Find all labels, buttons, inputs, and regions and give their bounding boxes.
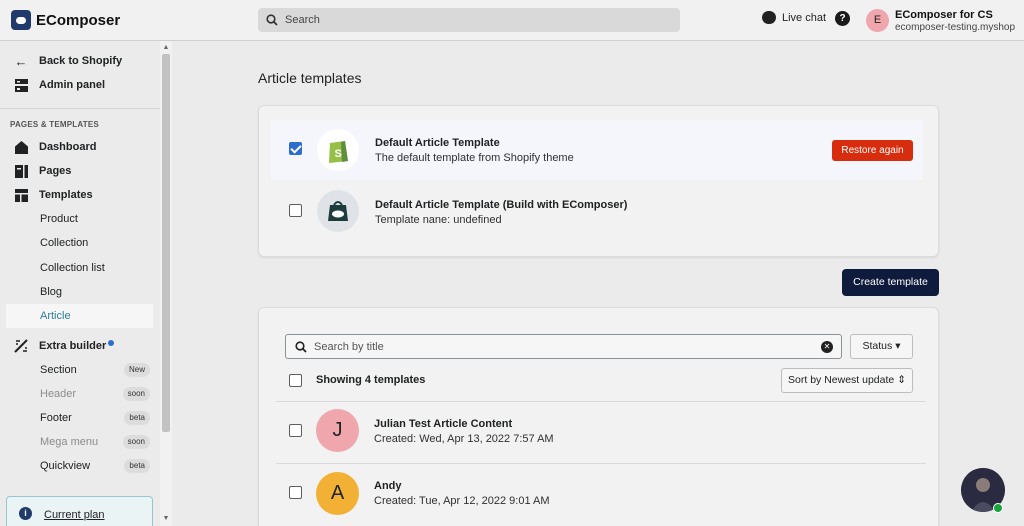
template-checkbox-ecomposer[interactable] (289, 204, 302, 217)
sidebar-item-section[interactable]: Section New (0, 358, 160, 382)
svg-text:S: S (335, 148, 342, 160)
mega-menu-label: Mega menu (40, 436, 99, 448)
sidebar-item-quickview[interactable]: Quickview beta (0, 454, 160, 478)
extra-builder-label: Extra builder (39, 340, 115, 352)
sidebar-divider (0, 108, 160, 109)
header-label: Header (40, 388, 77, 400)
section-label: Section (40, 364, 77, 376)
template-row-ecomposer[interactable] (271, 181, 923, 241)
info-icon: i (19, 507, 32, 520)
title-search-input[interactable]: Search by title ✕ (285, 334, 842, 359)
app-name: EComposer (36, 11, 121, 29)
showing-count: Showing 4 templates (316, 374, 426, 386)
sidebar-item-blog[interactable]: Blog (0, 280, 160, 304)
sidebar-item-collection[interactable]: Collection (0, 231, 160, 255)
row-checkbox[interactable] (289, 486, 302, 499)
status-filter-button[interactable]: Status ▾ (850, 334, 913, 359)
help-icon[interactable]: ? (835, 11, 850, 26)
new-badge: New (123, 363, 150, 377)
item-avatar: A (316, 472, 359, 515)
user-name[interactable]: EComposer for CS (895, 9, 993, 21)
app-logo[interactable]: EComposer (11, 10, 120, 30)
back-label: Back to Shopify (39, 55, 123, 67)
item-created: Created: Tue, Apr 12, 2022 9:01 AM (374, 495, 550, 507)
template-title: Default Article Template (375, 137, 500, 149)
item-title[interactable]: Andy (374, 480, 402, 492)
template-title: Default Article Template (Build with ECo… (375, 199, 628, 211)
user-avatar[interactable]: E (866, 9, 889, 32)
sidebar-item-extra-builder[interactable]: Extra builder (0, 334, 160, 358)
beta-badge: beta (124, 459, 150, 473)
template-checkbox-default[interactable] (289, 142, 302, 155)
sidebar-item-templates[interactable]: Templates (0, 183, 160, 207)
ecomposer-icon (317, 190, 359, 232)
scrollbar-thumb[interactable] (162, 54, 170, 432)
clear-icon[interactable]: ✕ (821, 341, 833, 353)
soon-badge: soon (122, 435, 150, 449)
admin-label: Admin panel (39, 79, 106, 91)
sort-select[interactable]: Sort by Newest update ⇕ (781, 368, 913, 393)
sidebar-item-mega-menu: Mega menu soon (0, 430, 160, 454)
current-plan-link[interactable]: Current plan (44, 509, 105, 521)
scroll-up-icon[interactable]: ▲ (161, 43, 171, 53)
template-subtitle: Template nane: undefined (375, 214, 502, 226)
live-chat-button[interactable]: Live chat (762, 11, 826, 24)
page-title: Article templates (258, 70, 362, 86)
create-template-button[interactable]: Create template (842, 269, 939, 296)
current-plan-box: i Current plan (6, 496, 153, 526)
chat-icon (762, 11, 776, 24)
soon-badge: soon (122, 387, 150, 401)
arrow-left-icon: ← (14, 53, 28, 69)
sidebar-item-header: Header soon (0, 382, 160, 406)
template-subtitle: The default template from Shopify theme (375, 152, 574, 164)
sidebar-item-product[interactable]: Product (0, 207, 160, 231)
live-chat-label: Live chat (782, 11, 827, 24)
user-domain: ecomposer-testing.myshopif... (895, 22, 1015, 33)
quickview-label: Quickview (40, 460, 91, 472)
sidebar-item-collection-list[interactable]: Collection list (0, 256, 160, 280)
list-divider (276, 463, 926, 464)
footer-label: Footer (40, 412, 72, 424)
item-title[interactable]: Julian Test Article Content (374, 418, 512, 430)
pages-icon (14, 164, 28, 178)
select-all-checkbox[interactable] (289, 374, 302, 387)
templates-icon (14, 188, 28, 202)
sidebar-item-pages[interactable]: Pages (0, 159, 160, 183)
dashboard-label: Dashboard (39, 141, 97, 153)
logo-icon (11, 10, 31, 30)
search-icon (295, 341, 307, 353)
search-icon (266, 14, 278, 26)
search-placeholder: Search (285, 14, 320, 26)
template-row-default[interactable] (271, 120, 923, 180)
global-search-input[interactable]: Search (258, 8, 680, 32)
section-heading: PAGES & TEMPLATES (10, 120, 99, 129)
scroll-down-icon[interactable]: ▼ (161, 514, 171, 524)
list-divider (276, 401, 926, 402)
sidebar-item-article[interactable]: Article (0, 304, 160, 328)
item-avatar: J (316, 409, 359, 452)
back-to-shopify-link[interactable]: ← Back to Shopify (0, 49, 160, 73)
beta-badge: beta (124, 411, 150, 425)
item-created: Created: Wed, Apr 13, 2022 7:57 AM (374, 433, 554, 445)
search-placeholder: Search by title (314, 341, 384, 353)
online-status-icon (993, 503, 1003, 513)
sidebar-item-footer[interactable]: Footer beta (0, 406, 160, 430)
restore-again-button[interactable]: Restore again (832, 140, 913, 161)
sidebar-item-dashboard[interactable]: Dashboard (0, 135, 160, 159)
builder-icon (14, 339, 28, 353)
shopify-icon: S (317, 129, 359, 171)
templates-label: Templates (39, 189, 93, 201)
row-checkbox[interactable] (289, 424, 302, 437)
home-icon (14, 140, 28, 154)
top-bar: EComposer Search Live chat ? E EComposer… (0, 0, 1024, 41)
admin-panel-icon (14, 78, 28, 92)
admin-panel-link[interactable]: Admin panel (0, 73, 160, 97)
pages-label: Pages (39, 165, 72, 177)
new-dot (108, 340, 115, 346)
